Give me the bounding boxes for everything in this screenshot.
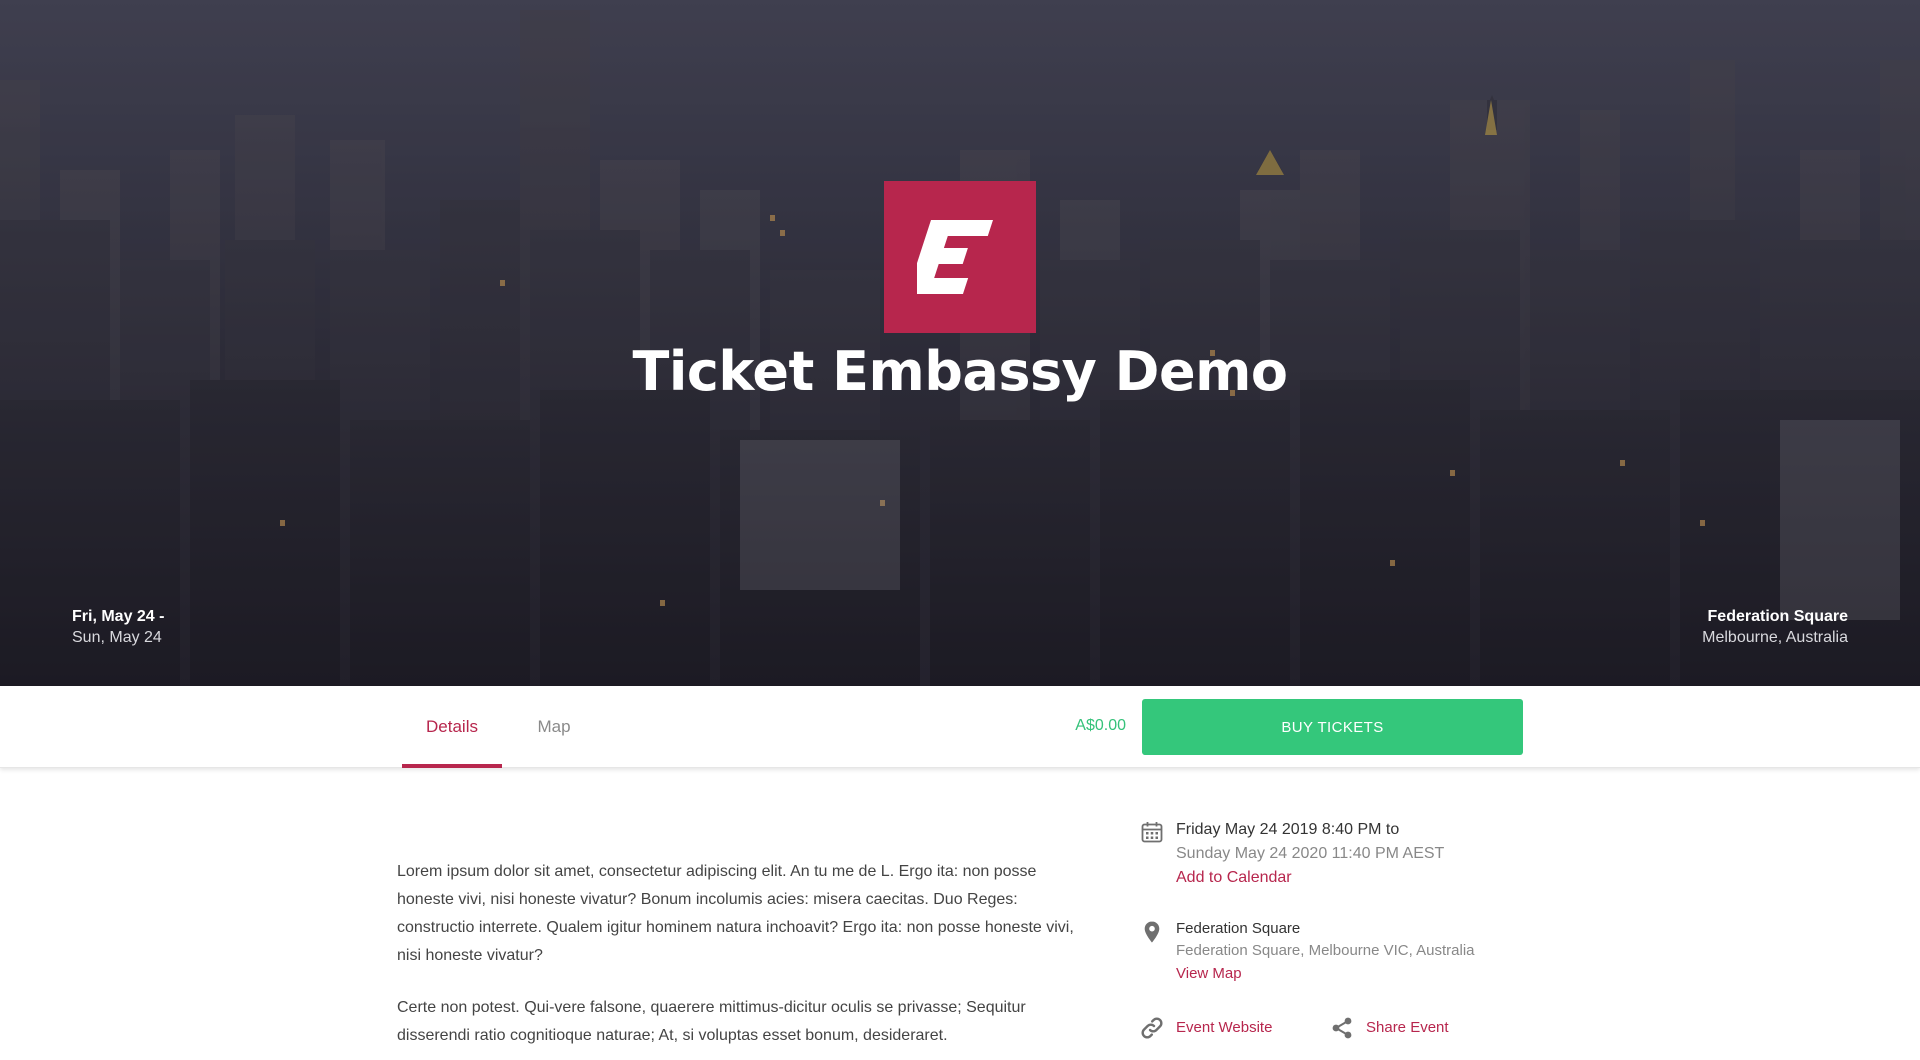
hero-date-range: Fri, May 24 - Sun, May 24 — [72, 606, 164, 648]
hero-venue-name: Federation Square — [1707, 608, 1848, 625]
event-tab-bar: Details Map — [0, 686, 1920, 768]
event-description: Lorem ipsum dolor sit amet, consectetur … — [397, 858, 1087, 1060]
calendar-icon — [1141, 822, 1163, 843]
event-website-link[interactable]: Event Website — [1176, 1016, 1272, 1040]
share-event-link[interactable]: Share Event — [1366, 1016, 1449, 1040]
event-hero-banner: Ticket Embassy Demo Fri, May 24 - Sun, M… — [0, 0, 1920, 686]
share-event-action[interactable]: Share Event — [1330, 1013, 1449, 1043]
ticket-price: A$0.00 — [1075, 717, 1126, 734]
ticket-embassy-logo-icon — [917, 220, 993, 294]
event-end-datetime: Sunday May 24 2020 11:40 PM AEST — [1176, 845, 1445, 862]
hero-venue-city: Melbourne, Australia — [1702, 629, 1848, 646]
ticket-embassy-logo — [884, 181, 1036, 333]
description-paragraph: Certe non potest. Qui-vere falsone, quae… — [397, 999, 1026, 1044]
hero-date-end: Sun, May 24 — [72, 629, 162, 646]
venue-name: Federation Square — [1176, 920, 1301, 937]
event-start-datetime: Friday May 24 2019 8:40 PM to — [1176, 821, 1400, 838]
tab-map[interactable]: Map — [519, 686, 589, 768]
venue-address: Federation Square, Melbourne VIC, Austra… — [1176, 942, 1475, 959]
event-website-action[interactable]: Event Website — [1140, 1013, 1272, 1043]
buy-tickets-button[interactable]: BUY TICKETS — [1142, 699, 1523, 755]
description-paragraph: Lorem ipsum dolor sit amet, consectetur … — [397, 863, 1074, 964]
link-icon — [1141, 1017, 1163, 1039]
event-title: Ticket Embassy Demo — [632, 340, 1288, 403]
view-map-link[interactable]: View Map — [1176, 962, 1242, 986]
tab-details[interactable]: Details — [402, 686, 502, 768]
hero-date-start: Fri, May 24 - — [72, 608, 165, 625]
map-pin-icon — [1144, 921, 1160, 943]
hero-venue: Federation Square Melbourne, Australia — [1702, 606, 1848, 648]
share-icon — [1332, 1017, 1352, 1039]
add-to-calendar-link[interactable]: Add to Calendar — [1176, 866, 1292, 890]
